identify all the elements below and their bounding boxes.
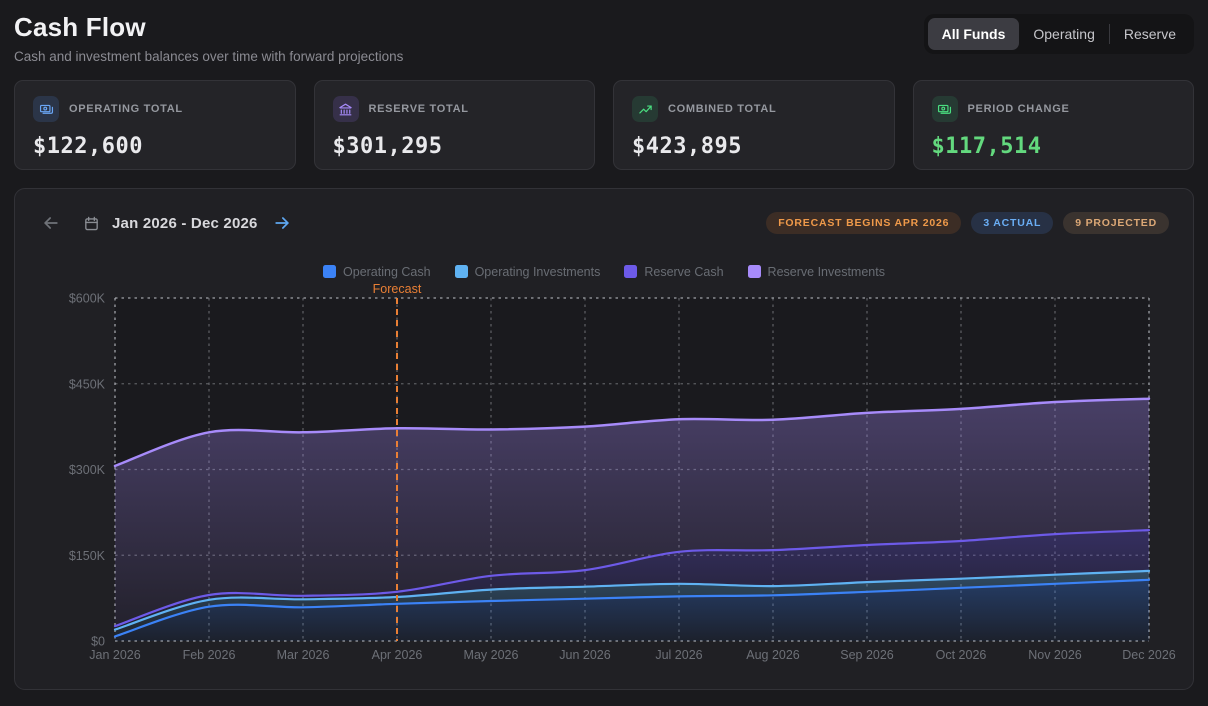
legend-label: Operating Investments	[475, 265, 601, 279]
stat-card-value-2: $423,895	[632, 134, 876, 159]
x-tick-label: Aug 2026	[746, 648, 800, 662]
y-tick-label: $300K	[69, 463, 106, 477]
page-subtitle: Cash and investment balances over time w…	[14, 49, 403, 64]
x-tick-label: Mar 2026	[277, 648, 330, 662]
stat-card-combined-total: COMBINED TOTAL $423,895	[613, 80, 895, 170]
stat-card-value-3: $117,514	[932, 134, 1176, 159]
legend-swatch	[455, 265, 468, 278]
stacked-area-bands	[115, 399, 1149, 641]
page-title: Cash Flow	[14, 12, 403, 43]
x-tick-label: Sep 2026	[840, 648, 894, 662]
cash-flow-chart-panel: Jan 2026 - Dec 2026 FORECAST BEGINS APR …	[14, 188, 1194, 690]
stat-card-period-change: PERIOD CHANGE $117,514	[913, 80, 1195, 170]
banknotes-icon	[932, 96, 958, 122]
calendar-icon	[83, 215, 100, 232]
legend-item: Operating Cash	[323, 265, 431, 279]
x-tick-label: May 2026	[464, 648, 519, 662]
stat-card-label: PERIOD CHANGE	[968, 103, 1070, 115]
legend-label: Reserve Investments	[768, 265, 885, 279]
y-tick-label: $450K	[69, 377, 106, 391]
chart-legend: Operating Cash Operating Investments Reser…	[15, 263, 1193, 280]
stat-card-head: COMBINED TOTAL	[632, 96, 876, 122]
topbar: Cash Flow Cash and investment balances o…	[14, 12, 1194, 70]
x-tick-label: Nov 2026	[1028, 648, 1082, 662]
x-tick-label: Oct 2026	[936, 648, 987, 662]
date-range-controls: Jan 2026 - Dec 2026	[39, 211, 294, 235]
date-range-label: Jan 2026 - Dec 2026	[112, 215, 258, 232]
cashflow-chart: Forecast $0 $150K $300K $450K $600K Jan 2026 Fe…	[15, 283, 1193, 689]
y-tick-label: $600K	[69, 292, 106, 306]
x-tick-label: Jun 2026	[559, 648, 610, 662]
banknotes-icon	[33, 96, 59, 122]
y-tick-label: $150K	[69, 549, 106, 563]
legend-swatch	[624, 265, 637, 278]
x-tick-label: Apr 2026	[372, 648, 423, 662]
bank-icon	[333, 96, 359, 122]
stat-card-value-0: $122,600	[33, 134, 277, 159]
projected-count-badge: 9 PROJECTED	[1063, 212, 1169, 234]
arrow-right-icon	[272, 213, 292, 233]
tab-all-funds[interactable]: All Funds	[928, 18, 1020, 50]
x-tick-label: Feb 2026	[183, 648, 236, 662]
stat-card-label: COMBINED TOTAL	[668, 103, 776, 115]
legend-item: Reserve Investments	[748, 265, 885, 279]
stat-card-head: PERIOD CHANGE	[932, 96, 1176, 122]
arrow-left-icon	[41, 213, 61, 233]
stat-card-head: RESERVE TOTAL	[333, 96, 577, 122]
stat-card-operating-total: OPERATING TOTAL $122,600	[14, 80, 296, 170]
stat-card-label: OPERATING TOTAL	[69, 103, 183, 115]
legend-item: Operating Investments	[455, 265, 601, 279]
stat-card-reserve-total: RESERVE TOTAL $301,295	[314, 80, 596, 170]
next-period-button[interactable]	[270, 211, 294, 235]
x-tick-label: Jul 2026	[655, 648, 702, 662]
legend-swatch	[748, 265, 761, 278]
chart-panel-header: Jan 2026 - Dec 2026 FORECAST BEGINS APR …	[39, 209, 1169, 237]
stat-cards-row: OPERATING TOTAL $122,600 RESERVE TOTAL $…	[14, 80, 1194, 170]
tab-operating[interactable]: Operating	[1019, 18, 1108, 50]
x-tick-label: Jan 2026	[89, 648, 140, 662]
stat-card-head: OPERATING TOTAL	[33, 96, 277, 122]
legend-swatch	[323, 265, 336, 278]
previous-period-button[interactable]	[39, 211, 63, 235]
y-tick-label: $0	[91, 635, 105, 649]
forecast-label: Forecast	[373, 283, 422, 296]
legend-item: Reserve Cash	[624, 265, 723, 279]
fund-filter-tabs: All Funds Operating Reserve	[924, 14, 1194, 54]
stat-card-value-1: $301,295	[333, 134, 577, 159]
x-tick-label: Dec 2026	[1122, 648, 1176, 662]
actual-count-badge: 3 ACTUAL	[971, 212, 1053, 234]
forecast-begins-badge: FORECAST BEGINS APR 2026	[766, 212, 961, 234]
tab-reserve[interactable]: Reserve	[1110, 18, 1190, 50]
cash-flow-page: Cash Flow Cash and investment balances o…	[0, 0, 1208, 706]
legend-label: Reserve Cash	[644, 265, 723, 279]
legend-label: Operating Cash	[343, 265, 431, 279]
y-axis-labels: $0 $150K $300K $450K $600K	[69, 292, 106, 649]
title-block: Cash Flow Cash and investment balances o…	[14, 12, 403, 64]
stat-card-label: RESERVE TOTAL	[369, 103, 469, 115]
trend-up-icon	[632, 96, 658, 122]
x-axis-labels: Jan 2026 Feb 2026 Mar 2026 Apr 2026 May 2026…	[89, 648, 1176, 662]
chart-badges: FORECAST BEGINS APR 2026 3 ACTUAL 9 PROJ…	[766, 212, 1169, 234]
